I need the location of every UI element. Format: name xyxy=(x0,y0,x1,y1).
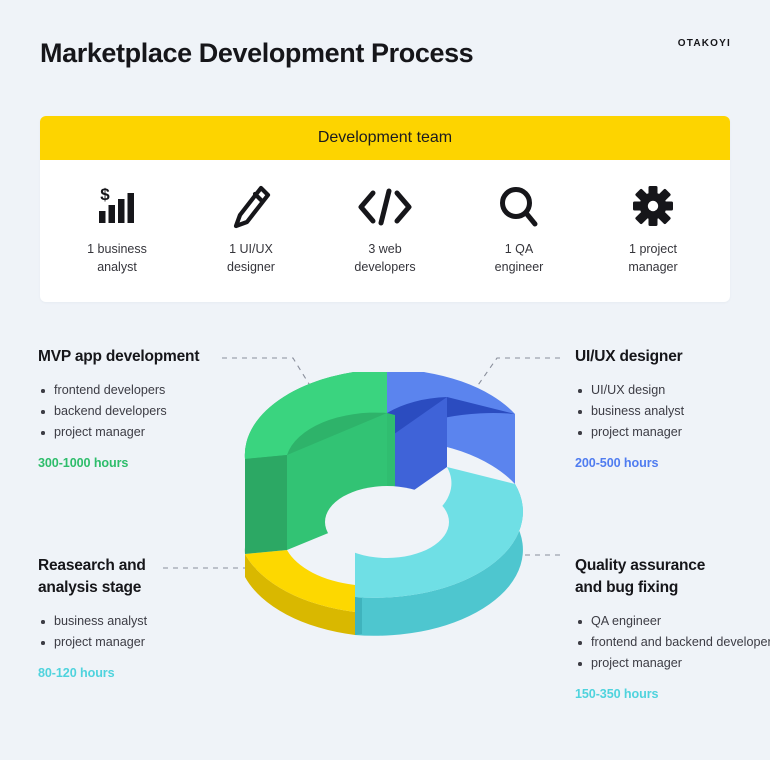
brand-logo: OTAKOYI xyxy=(677,38,731,49)
development-stage-donut-chart xyxy=(215,369,560,667)
team-member-qa-engineer: 1 QA engineer xyxy=(452,184,586,276)
stage-title: MVP app development xyxy=(38,348,200,365)
stage-title: UI/UX designer xyxy=(575,348,683,365)
team-member-business-analyst: $ 1 business analyst xyxy=(50,184,184,276)
svg-text:$: $ xyxy=(100,185,110,204)
stage-item-list: UI/UX design business analyst project ma… xyxy=(575,380,770,443)
team-member-label: 1 QA engineer xyxy=(494,242,544,274)
team-member-web-developers: 3 web developers xyxy=(318,184,452,276)
development-team-header: Development team xyxy=(40,116,730,160)
code-icon xyxy=(357,184,413,230)
stage-uiux-designer: UI/UX designer UI/UX design business ana… xyxy=(575,346,770,470)
team-member-uiux-designer: 1 UI/UX designer xyxy=(184,184,318,276)
list-item: backend developers xyxy=(38,401,253,422)
stage-quality-assurance: Quality assurance and bug fixing QA engi… xyxy=(575,555,770,701)
gear-icon xyxy=(632,184,674,230)
list-item: project manager xyxy=(38,632,253,653)
team-member-label: 1 project manager xyxy=(628,242,678,274)
list-item: project manager xyxy=(38,422,253,443)
list-item: project manager xyxy=(575,653,770,674)
list-item: QA engineer xyxy=(575,611,770,632)
magnifier-icon xyxy=(498,184,540,230)
team-member-label: 1 UI/UX designer xyxy=(227,242,275,274)
stage-research-and-analysis: Reasearch and analysis stage business an… xyxy=(38,555,253,680)
list-item: business analyst xyxy=(38,611,253,632)
development-team-card: Development team $ 1 business analyst 1 … xyxy=(40,116,730,302)
slice-research xyxy=(245,550,355,635)
list-item: business analyst xyxy=(575,401,770,422)
stage-hours: 300-1000 hours xyxy=(38,456,129,470)
team-member-project-manager: 1 project manager xyxy=(586,184,720,276)
dollar-bar-chart-icon: $ xyxy=(96,184,138,230)
list-item: frontend and backend developers xyxy=(575,632,770,653)
pencil-icon xyxy=(231,184,271,230)
list-item: UI/UX design xyxy=(575,380,770,401)
page-title: Marketplace Development Process xyxy=(40,38,474,68)
development-team-header-title: Development team xyxy=(317,129,453,146)
list-item: frontend developers xyxy=(38,380,253,401)
page-header: Marketplace Development Process OTAKOYI xyxy=(0,0,770,110)
team-member-list: $ 1 business analyst 1 UI/UX designer 3 … xyxy=(40,160,730,302)
stage-title: Quality assurance and bug fixing xyxy=(575,557,706,596)
team-member-label: 1 business analyst xyxy=(87,242,147,274)
stage-title: Reasearch and analysis stage xyxy=(38,557,146,596)
team-member-label: 3 web developers xyxy=(354,242,416,274)
stage-item-list: QA engineer frontend and backend develop… xyxy=(575,611,770,674)
donut-hole xyxy=(325,486,449,558)
list-item: project manager xyxy=(575,422,770,443)
stage-mvp-app-development: MVP app development frontend developers … xyxy=(38,346,253,470)
stage-item-list: frontend developers backend developers p… xyxy=(38,380,253,443)
stage-item-list: business analyst project manager xyxy=(38,611,253,653)
stage-hours: 150-350 hours xyxy=(575,687,659,701)
stage-hours: 200-500 hours xyxy=(575,456,659,470)
stage-hours: 80-120 hours xyxy=(38,666,115,680)
